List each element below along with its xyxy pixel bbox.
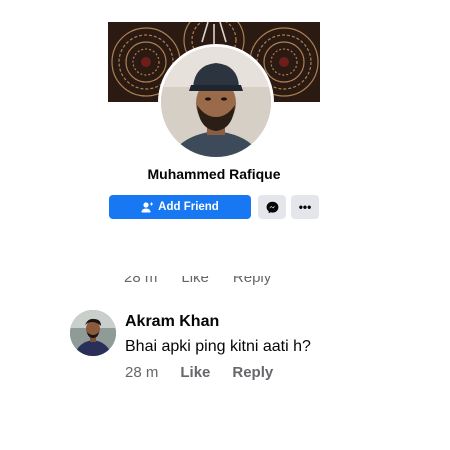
- previous-comment-time: 28 m: [124, 276, 158, 286]
- previous-comment-reply[interactable]: Reply: [233, 276, 271, 286]
- comment-text: Bhai apki ping kitni aati h?: [125, 338, 311, 355]
- add-friend-label: Add Friend: [158, 201, 219, 213]
- previous-comment-like[interactable]: Like: [181, 276, 209, 286]
- comment-reply-button[interactable]: Reply: [232, 364, 273, 381]
- comment-time: 28 m: [125, 364, 159, 381]
- message-button[interactable]: [258, 195, 286, 219]
- comment-like-button[interactable]: Like: [180, 364, 210, 381]
- add-friend-button[interactable]: Add Friend: [109, 195, 251, 219]
- add-friend-icon: [141, 201, 154, 212]
- profile-name[interactable]: Muhammed Rafique: [108, 166, 320, 182]
- comment-meta: 28 m Like Reply: [125, 364, 273, 381]
- messenger-icon: [266, 201, 278, 213]
- more-options-icon: •••: [298, 200, 312, 214]
- comment-author-name[interactable]: Akram Khan: [125, 313, 219, 331]
- more-options-button[interactable]: •••: [291, 195, 319, 219]
- profile-picture-frame: [158, 44, 274, 160]
- comment-author-avatar[interactable]: [70, 310, 116, 356]
- profile-picture[interactable]: [161, 47, 271, 157]
- previous-comment-meta: 28 m Like Reply: [124, 276, 324, 292]
